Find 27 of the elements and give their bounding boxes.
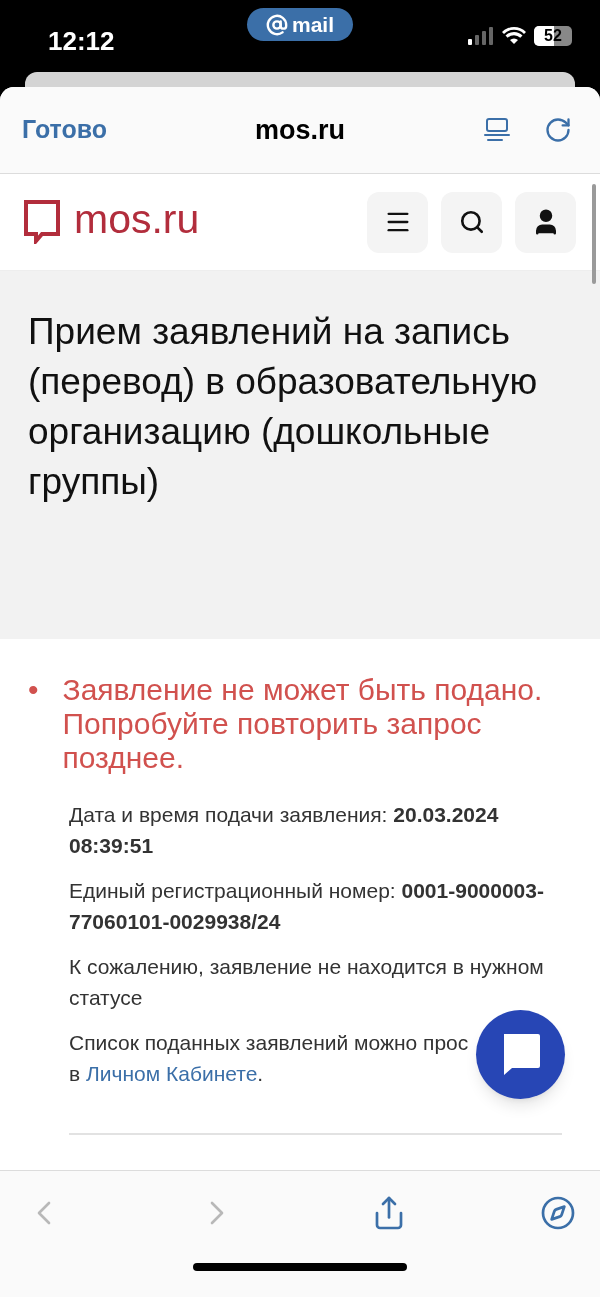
detail-text: Дата и время подачи заявления: 20.03.2024 08:39:51 (69, 802, 500, 859)
wifi-icon (502, 27, 526, 45)
reader-icon[interactable] (484, 117, 510, 143)
error-bullet: • (28, 673, 39, 708)
battery-indicator: 52 (534, 26, 572, 46)
error-message: Заявление не может быть подано. Попробуйте повторить запрос позднее. (62, 673, 544, 775)
detail-text: Единый регистрационный номер: 0001-9000003-77060101-0029938/24 (69, 878, 545, 935)
list-note-text: Список поданных заявлений можно прос (69, 1030, 469, 1056)
reload-icon[interactable] (544, 116, 572, 144)
signal-icon (468, 27, 494, 45)
at-icon (266, 13, 288, 36)
list-note-text: . (257, 1061, 264, 1087)
search-button[interactable] (441, 191, 502, 253)
site-logo[interactable]: mos.ru (74, 198, 200, 246)
clock: 12:12 (48, 25, 115, 58)
done-button[interactable]: Готово (22, 111, 108, 149)
page-title: Прием заявлений на запись (перевод) в образовательную организацию (дошкольные группы) (28, 310, 539, 504)
detail-text: К сожалению, заявление не находится в нужном статусе (69, 954, 545, 1011)
profile-button[interactable] (515, 191, 576, 253)
compass-icon[interactable] (540, 1195, 576, 1231)
menu-button[interactable] (367, 191, 428, 253)
personal-account-link[interactable]: Личном Кабинете (86, 1058, 258, 1089)
back-to-app-pill[interactable]: mail (247, 8, 353, 41)
page-domain: mos.ru (255, 113, 345, 147)
logo-icon (24, 200, 60, 244)
list-note-text: в (69, 1061, 82, 1087)
search-icon (458, 209, 485, 235)
